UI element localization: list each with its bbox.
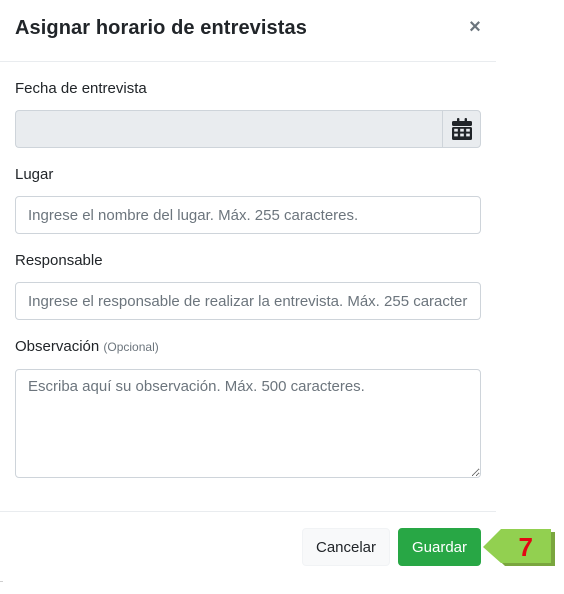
interview-schedule-modal: Asignar horario de entrevistas × Fecha d… bbox=[0, 0, 496, 594]
step-callout: 7 bbox=[483, 527, 555, 567]
fecha-input[interactable] bbox=[15, 110, 443, 148]
lugar-input[interactable] bbox=[15, 196, 481, 234]
responsable-label: Responsable bbox=[15, 252, 103, 269]
observacion-label-text: Observación bbox=[15, 338, 100, 355]
calendar-button[interactable] bbox=[442, 110, 481, 148]
fecha-label: Fecha de entrevista bbox=[15, 80, 147, 97]
optional-tag: (Opcional) bbox=[103, 340, 159, 354]
observacion-textarea[interactable] bbox=[15, 369, 481, 478]
close-button[interactable]: × bbox=[466, 16, 484, 38]
cancel-button[interactable]: Cancelar bbox=[302, 528, 390, 566]
calendar-icon bbox=[451, 118, 472, 140]
date-input-group bbox=[15, 110, 481, 148]
observacion-label: Observación (Opcional) bbox=[15, 338, 159, 355]
step-number: 7 bbox=[518, 531, 533, 562]
divider bbox=[0, 581, 3, 582]
save-button[interactable]: Guardar bbox=[398, 528, 481, 566]
lugar-label: Lugar bbox=[15, 166, 54, 183]
modal-title: Asignar horario de entrevistas bbox=[15, 17, 307, 39]
responsable-input[interactable] bbox=[15, 282, 481, 320]
modal-header: Asignar horario de entrevistas × bbox=[0, 0, 496, 62]
